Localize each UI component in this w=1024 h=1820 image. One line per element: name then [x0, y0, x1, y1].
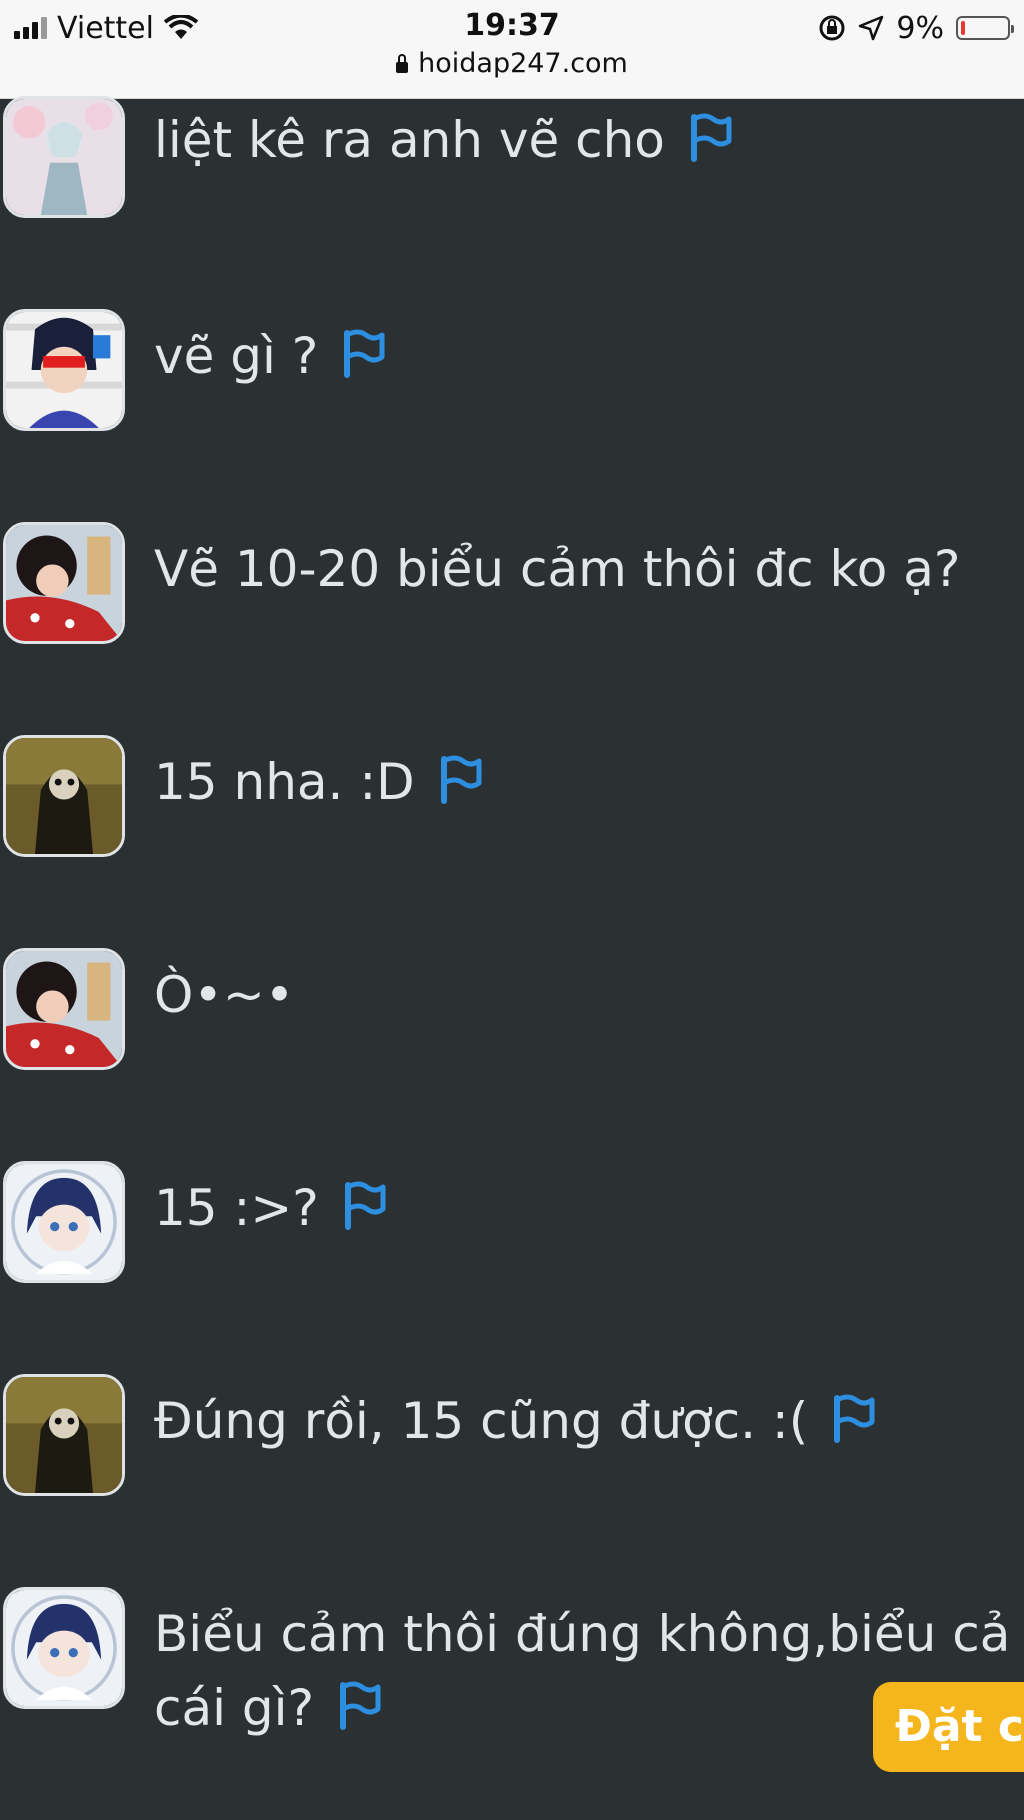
message-text: Đúng rồi, 15 cũng được. :(: [154, 1384, 876, 1458]
message-text: Vẽ 10-20 biểu cảm thôi đc ko ạ?: [154, 532, 960, 606]
report-flag-icon[interactable]: [342, 325, 386, 378]
message-body: vẽ gì ?: [154, 327, 319, 385]
address-bar[interactable]: hoidap247.com: [0, 48, 1024, 79]
message-text: 15 nha. :D: [154, 745, 483, 819]
message-body: Biểu cảm thôi đúng không,biểu cả: [154, 1605, 1011, 1663]
status-right: 9%: [818, 8, 1014, 48]
battery-percent: 9%: [896, 10, 944, 46]
report-flag-icon[interactable]: [689, 109, 733, 162]
message-text: liệt kê ra anh vẽ cho: [154, 103, 733, 177]
report-flag-icon[interactable]: [439, 751, 483, 804]
orientation-lock-icon: [819, 15, 845, 41]
location-arrow-icon: [859, 15, 884, 41]
report-flag-icon[interactable]: [343, 1177, 387, 1230]
avatar[interactable]: [3, 1161, 125, 1283]
avatar[interactable]: [3, 522, 125, 644]
status-bar: Viettel 19:37 9% hoidap247.com: [0, 0, 1024, 99]
message-body: liệt kê ra anh vẽ cho: [154, 111, 665, 169]
message-body: 15 :>?: [154, 1179, 319, 1237]
report-flag-icon[interactable]: [338, 1677, 382, 1730]
avatar[interactable]: [3, 309, 125, 431]
message-text: 15 :>?: [154, 1171, 387, 1245]
lock-icon: [396, 54, 409, 73]
avatar[interactable]: [3, 96, 125, 218]
message-text: Ò•~•: [154, 958, 294, 1032]
url-text: hoidap247.com: [418, 48, 628, 79]
ask-question-button[interactable]: Đặt c: [873, 1682, 1024, 1772]
avatar[interactable]: [3, 1587, 125, 1709]
report-flag-icon[interactable]: [832, 1390, 876, 1443]
avatar[interactable]: [3, 735, 125, 857]
message-body: 15 nha. :D: [154, 753, 415, 811]
message-text: vẽ gì ?: [154, 319, 386, 393]
message-body: Đúng rồi, 15 cũng được. :(: [154, 1392, 809, 1450]
battery-icon: [956, 16, 1014, 40]
avatar[interactable]: [3, 948, 125, 1070]
message-body: Vẽ 10-20 biểu cảm thôi đc ko ạ?: [154, 540, 961, 598]
message-body-continued: cái gì?: [154, 1679, 315, 1737]
avatar[interactable]: [3, 1374, 125, 1496]
message-body: Ò•~•: [154, 966, 295, 1024]
